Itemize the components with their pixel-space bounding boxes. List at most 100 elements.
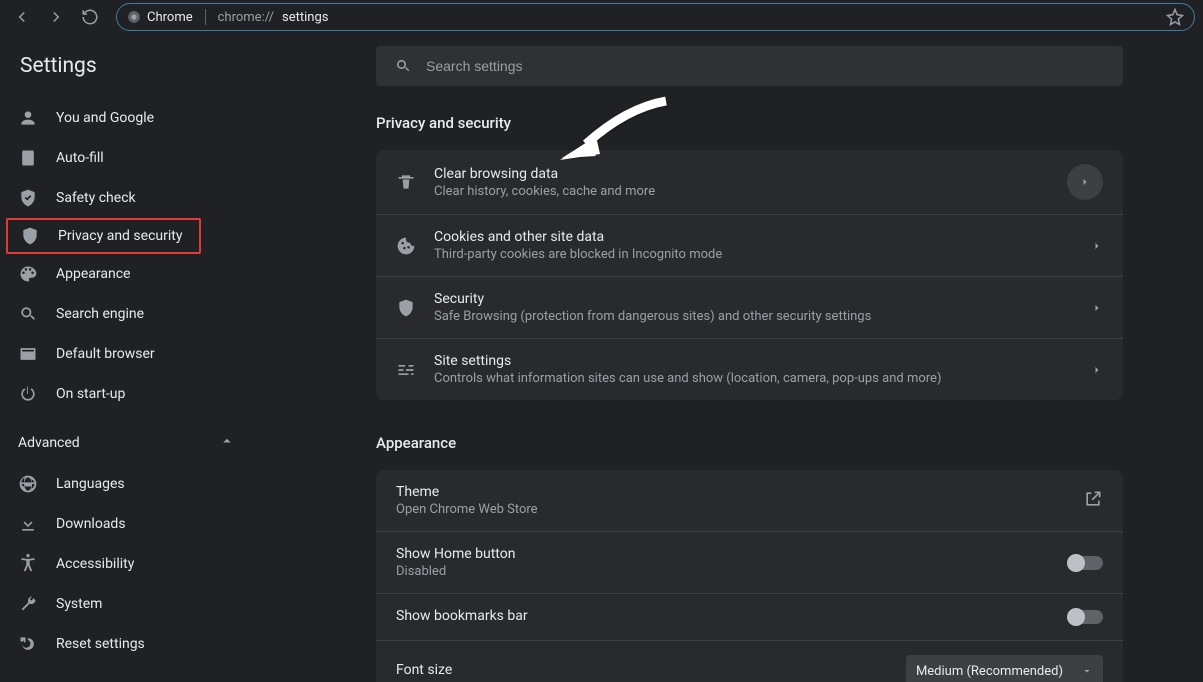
chevron-down-icon bbox=[1081, 665, 1093, 677]
clipboard-icon bbox=[18, 148, 38, 168]
section-heading-appearance: Appearance bbox=[376, 434, 1123, 452]
sidebar-item-system[interactable]: System bbox=[0, 584, 236, 624]
row-subtitle: Clear history, cookies, cache and more bbox=[434, 184, 1049, 199]
sidebar-item-safety-check[interactable]: Safety check bbox=[0, 178, 236, 218]
sidebar-item-search-engine[interactable]: Search engine bbox=[0, 294, 236, 334]
sidebar-advanced-toggle[interactable]: Advanced bbox=[0, 420, 256, 464]
search-icon bbox=[18, 304, 38, 324]
browser-icon bbox=[18, 344, 38, 364]
bookmark-star-icon[interactable] bbox=[1166, 8, 1184, 26]
shield-icon bbox=[20, 226, 40, 246]
row-title: Site settings bbox=[434, 353, 1073, 369]
trash-icon bbox=[396, 172, 416, 192]
row-font-size[interactable]: Font size Medium (Recommended) bbox=[376, 641, 1123, 682]
accessibility-icon bbox=[18, 554, 38, 574]
site-identity-label: Chrome bbox=[147, 10, 193, 25]
chevron-right-icon bbox=[1091, 364, 1103, 376]
cookie-icon bbox=[396, 236, 416, 256]
sidebar-advanced-label: Advanced bbox=[18, 435, 80, 451]
restore-icon bbox=[18, 634, 38, 654]
sidebar-item-label: Reset settings bbox=[56, 636, 145, 652]
sidebar-item-label: Default browser bbox=[56, 346, 155, 362]
row-theme[interactable]: Theme Open Chrome Web Store bbox=[376, 470, 1123, 532]
row-cookies[interactable]: Cookies and other site data Third-party … bbox=[376, 215, 1123, 277]
sidebar-item-label: Accessibility bbox=[56, 556, 134, 572]
chevron-right-icon bbox=[1091, 240, 1103, 252]
toggle-switch[interactable] bbox=[1069, 556, 1103, 570]
settings-search-input[interactable] bbox=[426, 58, 1105, 74]
person-icon bbox=[18, 108, 38, 128]
sidebar-item-privacy-security[interactable]: Privacy and security bbox=[6, 218, 201, 254]
font-size-select[interactable]: Medium (Recommended) bbox=[906, 655, 1103, 682]
row-subtitle: Safe Browsing (protection from dangerous… bbox=[434, 309, 1073, 324]
row-subtitle: Open Chrome Web Store bbox=[396, 502, 1065, 517]
sidebar-item-label: System bbox=[56, 596, 102, 612]
sidebar-item-label: Downloads bbox=[56, 516, 126, 532]
row-security[interactable]: Security Safe Browsing (protection from … bbox=[376, 277, 1123, 339]
globe-icon bbox=[18, 474, 38, 494]
site-identity: Chrome bbox=[127, 10, 193, 25]
sidebar-item-downloads[interactable]: Downloads bbox=[0, 504, 236, 544]
omnibox-divider bbox=[205, 9, 206, 25]
row-subtitle: Disabled bbox=[396, 564, 1051, 579]
sidebar-item-you-and-google[interactable]: You and Google bbox=[0, 98, 236, 138]
section-heading-privacy: Privacy and security bbox=[376, 114, 1123, 132]
row-title: Theme bbox=[396, 484, 1065, 500]
sidebar-item-accessibility[interactable]: Accessibility bbox=[0, 544, 236, 584]
sidebar-title: Settings bbox=[0, 54, 256, 98]
download-icon bbox=[18, 514, 38, 534]
power-icon bbox=[18, 384, 38, 404]
appearance-card: Theme Open Chrome Web Store Show Home bu… bbox=[376, 470, 1123, 682]
settings-content: Privacy and security Clear browsing data… bbox=[256, 34, 1203, 682]
row-subtitle: Controls what information sites can use … bbox=[434, 371, 1073, 386]
palette-icon bbox=[18, 264, 38, 284]
toggle-switch[interactable] bbox=[1069, 610, 1103, 624]
chevron-up-icon bbox=[218, 432, 236, 454]
url-path: settings bbox=[282, 10, 328, 25]
sidebar-item-label: Privacy and security bbox=[58, 228, 182, 244]
url-scheme: chrome:// bbox=[218, 10, 274, 25]
address-bar[interactable]: Chrome chrome:// settings bbox=[116, 3, 1195, 31]
sidebar-item-reset-settings[interactable]: Reset settings bbox=[0, 624, 236, 664]
wrench-icon bbox=[18, 594, 38, 614]
sidebar-item-label: Languages bbox=[56, 476, 125, 492]
forward-button[interactable] bbox=[42, 3, 70, 31]
sidebar-item-label: Appearance bbox=[56, 266, 130, 282]
row-clear-browsing-data[interactable]: Clear browsing data Clear history, cooki… bbox=[376, 150, 1123, 215]
row-title: Security bbox=[434, 291, 1073, 307]
sidebar-item-languages[interactable]: Languages bbox=[0, 464, 236, 504]
shield-check-icon bbox=[18, 188, 38, 208]
sidebar-item-label: Search engine bbox=[56, 306, 144, 322]
sidebar-item-appearance[interactable]: Appearance bbox=[0, 254, 236, 294]
row-title: Show bookmarks bar bbox=[396, 608, 1051, 624]
sidebar-item-label: Safety check bbox=[56, 190, 136, 206]
row-site-settings[interactable]: Site settings Controls what information … bbox=[376, 339, 1123, 400]
row-title: Show Home button bbox=[396, 546, 1051, 562]
sidebar-item-label: You and Google bbox=[56, 110, 154, 126]
row-show-bookmarks-bar[interactable]: Show bookmarks bar bbox=[376, 594, 1123, 641]
sidebar-item-autofill[interactable]: Auto-fill bbox=[0, 138, 236, 178]
shield-icon bbox=[396, 298, 416, 318]
settings-sidebar: Settings You and Google Auto-fill Safety… bbox=[0, 34, 256, 682]
tune-icon bbox=[396, 360, 416, 380]
chevron-right-icon bbox=[1067, 164, 1103, 200]
select-value: Medium (Recommended) bbox=[916, 664, 1063, 679]
row-show-home-button[interactable]: Show Home button Disabled bbox=[376, 532, 1123, 594]
settings-search[interactable] bbox=[376, 46, 1123, 86]
back-button[interactable] bbox=[8, 3, 36, 31]
search-icon bbox=[394, 57, 412, 75]
reload-button[interactable] bbox=[76, 3, 104, 31]
sidebar-item-label: Auto-fill bbox=[56, 150, 104, 166]
sidebar-item-on-startup[interactable]: On start-up bbox=[0, 374, 236, 414]
privacy-security-card: Clear browsing data Clear history, cooki… bbox=[376, 150, 1123, 400]
row-title: Cookies and other site data bbox=[434, 229, 1073, 245]
browser-navigation-bar: Chrome chrome:// settings bbox=[0, 0, 1203, 34]
sidebar-item-default-browser[interactable]: Default browser bbox=[0, 334, 236, 374]
row-subtitle: Third-party cookies are blocked in Incog… bbox=[434, 247, 1073, 262]
open-external-icon bbox=[1083, 489, 1103, 513]
chevron-right-icon bbox=[1091, 302, 1103, 314]
chrome-icon bbox=[127, 10, 141, 24]
row-title: Clear browsing data bbox=[434, 166, 1049, 182]
row-title: Font size bbox=[396, 662, 888, 678]
sidebar-item-label: On start-up bbox=[56, 386, 125, 402]
